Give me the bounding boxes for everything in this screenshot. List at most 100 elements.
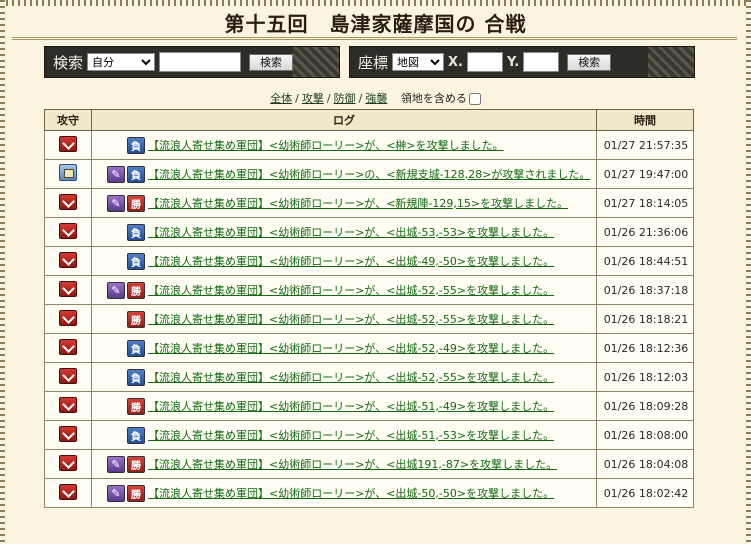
row-kind-cell <box>44 420 92 450</box>
loss-badge: 負 <box>127 252 145 270</box>
feather-icon: ✎ <box>107 194 125 212</box>
loss-badge: 負 <box>127 165 145 183</box>
log-message-link[interactable]: 【流浪人寄せ集め軍団】<幼術師ローリー>が、<出城-50,-50>を攻撃しました… <box>148 487 554 500</box>
ornamental-border-top <box>0 0 751 6</box>
attack-emblem-icon <box>59 425 77 442</box>
log-filter-bar: 全体 / 攻撃 / 防御 / 強襲 領地を含める <box>0 90 751 106</box>
coordinate-bar-ornament <box>648 47 694 77</box>
log-entry: ✎ 勝【流浪人寄せ集め軍団】<幼術師ローリー>が、<出城-50,-50>を攻撃しま… <box>100 484 596 502</box>
coordinate-search-button[interactable]: 検索 <box>567 53 612 71</box>
log-message-link[interactable]: 【流浪人寄せ集め軍団】<幼術師ローリー>が、<出城-52,-55>を攻撃しました… <box>148 313 554 326</box>
feather-icon: ✎ <box>107 281 125 299</box>
row-log-cell: ✎ 勝【流浪人寄せ集め軍団】<幼術師ローリー>が、<出城-52,-55>を攻撃しま… <box>91 275 597 305</box>
log-entry: 勝【流浪人寄せ集め軍団】<幼術師ローリー>が、<出城-52,-55>を攻撃しまし… <box>100 310 596 328</box>
log-entry: ✎ 負【流浪人寄せ集め軍団】<幼術師ローリー>の、<新規支城-128,28>が攻撃… <box>100 165 596 183</box>
title-divider <box>12 37 737 40</box>
log-message-link[interactable]: 【流浪人寄せ集め軍団】<幼術師ローリー>が、<出城-52,-49>を攻撃しました… <box>148 342 554 355</box>
row-kind-cell <box>44 333 92 363</box>
log-message-link[interactable]: 【流浪人寄せ集め軍団】<幼術師ローリー>が、<出城-49,-50>を攻撃しました… <box>148 255 554 268</box>
row-time-cell: 01/26 18:12:03 <box>596 362 694 392</box>
row-kind-cell <box>44 246 92 276</box>
row-log-cell: ✎ 負【流浪人寄せ集め軍団】<幼術師ローリー>の、<新規支城-128,28>が攻撃… <box>91 159 597 189</box>
row-time-cell: 01/26 18:12:36 <box>596 333 694 363</box>
search-button[interactable]: 検索 <box>249 53 294 71</box>
include-territory-label: 領地を含める <box>400 92 467 105</box>
y-coordinate-input[interactable] <box>523 52 560 72</box>
log-message-link[interactable]: 【流浪人寄せ集め軍団】<幼術師ローリー>が、<新規陣-129,15>を攻撃しまし… <box>148 197 568 210</box>
row-time-cell: 01/27 18:14:05 <box>596 188 694 218</box>
row-time-cell: 01/26 18:02:42 <box>596 478 694 508</box>
row-log-cell: 負【流浪人寄せ集め軍団】<幼術師ローリー>が、<出城-52,-49>を攻撃しまし… <box>91 333 597 363</box>
table-row: 勝【流浪人寄せ集め軍団】<幼術師ローリー>が、<出城-51,-49>を攻撃しまし… <box>44 391 694 421</box>
result-badges: 負 <box>100 252 145 270</box>
result-badges: 負 <box>100 426 145 444</box>
row-time-cell: 01/26 21:36:06 <box>596 217 694 247</box>
row-time-cell: 01/26 18:44:51 <box>596 246 694 276</box>
row-log-cell: 負【流浪人寄せ集め軍団】<幼術師ローリー>が、<出城-53,-53>を攻撃しまし… <box>91 217 597 247</box>
row-log-cell: 勝【流浪人寄せ集め軍団】<幼術師ローリー>が、<出城-52,-55>を攻撃しまし… <box>91 304 597 334</box>
row-kind-cell <box>44 478 92 508</box>
log-message-link[interactable]: 【流浪人寄せ集め軍団】<幼術師ローリー>が、<出城-52,-55>を攻撃しました… <box>148 371 554 384</box>
battle-log-body: 負【流浪人寄せ集め軍団】<幼術師ローリー>が、<榊>を攻撃しました。 01/27 … <box>44 130 694 508</box>
log-entry: 負【流浪人寄せ集め軍団】<幼術師ローリー>が、<榊>を攻撃しました。 <box>100 136 596 154</box>
row-time-cell: 01/26 18:18:21 <box>596 304 694 334</box>
table-row: ✎ 勝【流浪人寄せ集め軍団】<幼術師ローリー>が、<新規陣-129,15>を攻撃し… <box>44 188 694 218</box>
row-kind-cell <box>44 130 92 160</box>
result-badges: ✎ 勝 <box>100 281 145 299</box>
table-row: 負【流浪人寄せ集め軍団】<幼術師ローリー>が、<出城-51,-53>を攻撃しまし… <box>44 420 694 450</box>
row-kind-cell <box>44 449 92 479</box>
row-time-cell: 01/27 19:47:00 <box>596 159 694 189</box>
row-log-cell: ✎ 勝【流浪人寄せ集め軍団】<幼術師ローリー>が、<出城191,-87>を攻撃しま… <box>91 449 597 479</box>
log-message-link[interactable]: 【流浪人寄せ集め軍団】<幼術師ローリー>が、<出城-53,-53>を攻撃しました… <box>148 226 554 239</box>
row-kind-cell <box>44 188 92 218</box>
log-message-link[interactable]: 【流浪人寄せ集め軍団】<幼術師ローリー>の、<新規支城-128,28>が攻撃され… <box>148 168 590 181</box>
win-badge: 勝 <box>127 397 145 415</box>
row-kind-cell <box>44 391 92 421</box>
log-message-link[interactable]: 【流浪人寄せ集め軍団】<幼術師ローリー>が、<榊>を攻撃しました。 <box>148 139 504 152</box>
log-message-link[interactable]: 【流浪人寄せ集め軍団】<幼術師ローリー>が、<出城191,-87>を攻撃しました… <box>148 458 557 471</box>
attack-emblem-icon <box>59 135 77 152</box>
loss-badge: 負 <box>127 339 145 357</box>
table-row: ✎ 勝【流浪人寄せ集め軍団】<幼術師ローリー>が、<出城-52,-55>を攻撃しま… <box>44 275 694 305</box>
x-coordinate-input[interactable] <box>466 52 503 72</box>
battle-log-table: 攻守 ログ 時間 負【流浪人寄せ集め軍団】<幼術師ローリー>が、<榊>を攻撃しま… <box>44 109 694 508</box>
row-log-cell: 負【流浪人寄せ集め軍団】<幼術師ローリー>が、<出城-49,-50>を攻撃しまし… <box>91 246 597 276</box>
column-header-log: ログ <box>91 109 597 131</box>
filter-attack-link[interactable]: 攻撃 <box>302 92 324 105</box>
table-row: 負【流浪人寄せ集め軍団】<幼術師ローリー>が、<出城-52,-55>を攻撃しまし… <box>44 362 694 392</box>
log-message-link[interactable]: 【流浪人寄せ集め軍団】<幼術師ローリー>が、<出城-52,-55>を攻撃しました… <box>148 284 554 297</box>
table-row: 負【流浪人寄せ集め軍団】<幼術師ローリー>が、<出城-52,-49>を攻撃しまし… <box>44 333 694 363</box>
coordinate-map-select[interactable]: 地図 <box>392 53 445 71</box>
row-kind-cell <box>44 159 92 189</box>
log-message-link[interactable]: 【流浪人寄せ集め軍団】<幼術師ローリー>が、<出城-51,-53>を攻撃しました… <box>148 429 554 442</box>
ornamental-border-right <box>746 0 751 544</box>
row-kind-cell <box>44 304 92 334</box>
row-kind-cell <box>44 362 92 392</box>
table-row: 負【流浪人寄せ集め軍団】<幼術師ローリー>が、<出城-53,-53>を攻撃しまし… <box>44 217 694 247</box>
search-scope-select[interactable]: 自分 <box>87 53 156 71</box>
log-entry: 勝【流浪人寄せ集め軍団】<幼術師ローリー>が、<出城-51,-49>を攻撃しまし… <box>100 397 596 415</box>
log-entry: 負【流浪人寄せ集め軍団】<幼術師ローリー>が、<出城-52,-49>を攻撃しまし… <box>100 339 596 357</box>
y-coordinate-label: Y. <box>506 54 520 70</box>
include-territory-checkbox[interactable] <box>468 93 481 105</box>
filter-all-link[interactable]: 全体 <box>270 92 292 105</box>
search-input[interactable] <box>159 52 242 72</box>
win-badge: 勝 <box>127 484 145 502</box>
attack-emblem-icon <box>59 251 77 268</box>
filter-defense-link[interactable]: 防御 <box>334 92 356 105</box>
row-log-cell: 勝【流浪人寄せ集め軍団】<幼術師ローリー>が、<出城-51,-49>を攻撃しまし… <box>91 391 597 421</box>
feather-icon: ✎ <box>107 455 125 473</box>
win-badge: 勝 <box>127 194 145 212</box>
table-row: ✎ 勝【流浪人寄せ集め軍団】<幼術師ローリー>が、<出城191,-87>を攻撃しま… <box>44 449 694 479</box>
result-badges: 負 <box>100 339 145 357</box>
log-message-link[interactable]: 【流浪人寄せ集め軍団】<幼術師ローリー>が、<出城-51,-49>を攻撃しました… <box>148 400 554 413</box>
row-time-cell: 01/26 18:04:08 <box>596 449 694 479</box>
loss-badge: 負 <box>127 223 145 241</box>
attack-emblem-icon <box>59 367 77 384</box>
ornamental-border-left <box>0 0 5 544</box>
filter-separator: / <box>358 92 363 105</box>
filter-recon-link[interactable]: 強襲 <box>365 92 387 105</box>
column-header-time: 時間 <box>596 109 694 131</box>
loss-badge: 負 <box>127 426 145 444</box>
column-header-kind: 攻守 <box>44 109 92 131</box>
